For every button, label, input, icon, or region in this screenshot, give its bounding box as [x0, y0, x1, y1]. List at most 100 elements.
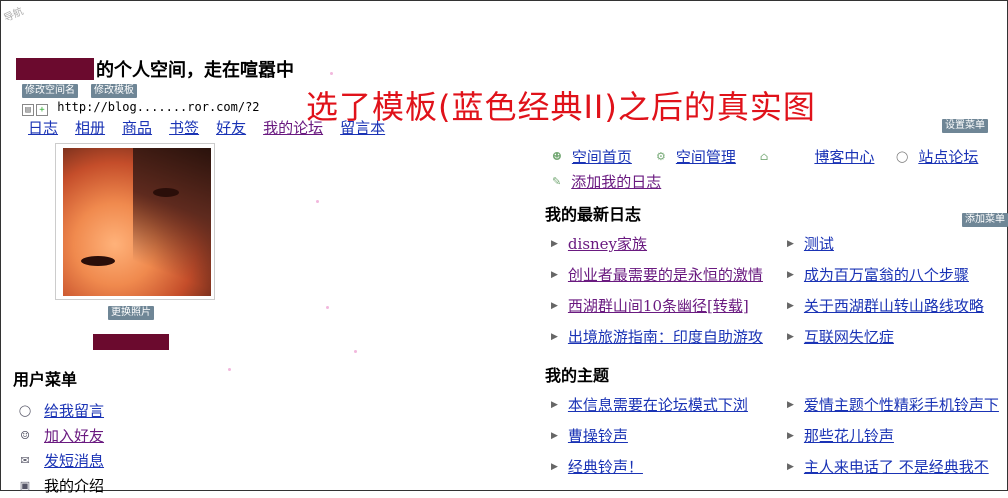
list-item[interactable]: ▶ 曹操铃声: [551, 420, 748, 451]
nav-bookmarks[interactable]: 书签: [169, 117, 199, 138]
corner-nav-label[interactable]: 导航: [1, 2, 25, 24]
topic-link[interactable]: 本信息需要在论坛模式下浏: [568, 394, 748, 415]
bullet-triangle-icon: ▶: [787, 430, 794, 441]
user-menu-title: 用户菜单: [13, 370, 78, 389]
speech-bubble-icon: ◯: [896, 149, 909, 163]
decorative-sparkle: [354, 350, 357, 353]
topic-link[interactable]: 主人来电话了 不是经典我不: [804, 456, 989, 477]
list-item[interactable]: ▶ 创业者最需要的是永恒的激情: [551, 259, 763, 290]
latest-posts-left-col: ▶ disney家族 ▶ 创业者最需要的是永恒的激情 ▶ 西湖群山间10条幽径[转载]…: [551, 228, 763, 352]
right-nav-add-post[interactable]: ✎ 添加我的日志: [552, 171, 661, 191]
right-nav-space-manage[interactable]: ⚙ 空间管理: [656, 146, 736, 166]
nav-goods[interactable]: 商品: [122, 117, 152, 138]
bullet-triangle-icon: ▶: [551, 300, 558, 311]
list-item[interactable]: ▶ 那些花儿铃声: [787, 420, 999, 451]
user-icon: ☻: [552, 149, 562, 163]
post-link[interactable]: 创业者最需要的是永恒的激情: [568, 264, 763, 285]
change-photo-button[interactable]: 更换照片: [108, 306, 154, 320]
list-item[interactable]: ▶ 本信息需要在论坛模式下浏: [551, 389, 748, 420]
post-link[interactable]: 出境旅游指南：印度自助游攻: [568, 326, 763, 347]
profile-photo-frame: [55, 143, 215, 300]
right-nav-label[interactable]: 空间首页: [572, 146, 632, 167]
topic-link[interactable]: 那些花儿铃声: [804, 425, 894, 446]
latest-posts-right-col: ▶ 测试 ▶ 成为百万富翁的八个步骤 ▶ 关于西湖群山转山路线攻略 ▶ 互联网失忆症: [787, 228, 984, 352]
envelope-icon: ✉: [20, 454, 30, 467]
home-icon: ⌂: [760, 149, 769, 163]
right-nav-label[interactable]: 添加我的日志: [571, 171, 661, 192]
list-item[interactable]: ▶ 主人来电话了 不是经典我不: [787, 451, 999, 482]
topic-link[interactable]: 曹操铃声: [568, 425, 628, 446]
menu-item-label[interactable]: 给我留言: [44, 400, 104, 421]
space-url-row: ▤ + http://blog.......ror.com/?2: [22, 100, 260, 116]
decorative-sparkle: [228, 368, 231, 371]
copy-icon[interactable]: ▤: [22, 104, 34, 116]
list-item[interactable]: ▶ 经典铃声！: [551, 451, 748, 482]
bullet-triangle-icon: ▶: [787, 238, 794, 249]
right-nav-label[interactable]: 站点论坛: [918, 146, 978, 167]
username-redaction: [16, 58, 94, 80]
decorative-sparkle: [316, 200, 319, 203]
bullet-triangle-icon: ▶: [551, 238, 558, 249]
list-item[interactable]: ▶ disney家族: [551, 228, 763, 259]
topic-link[interactable]: 爱情主题个性精彩手机铃声下: [804, 394, 999, 415]
profile-photo: [63, 148, 211, 296]
list-item[interactable]: ▶ 互联网失忆症: [787, 321, 984, 352]
post-link[interactable]: disney家族: [568, 233, 647, 254]
list-item[interactable]: ▶ 关于西湖群山转山路线攻略: [787, 290, 984, 321]
bullet-triangle-icon: ▶: [551, 331, 558, 342]
edit-space-name-button[interactable]: 修改空间名: [22, 84, 78, 98]
post-link[interactable]: 测试: [804, 233, 834, 254]
latest-posts-title: 我的最新日志: [545, 205, 642, 224]
decorative-sparkle: [330, 72, 333, 75]
settings-menu-button[interactable]: 设置菜单: [942, 119, 988, 133]
profile-card-icon: ▣: [19, 479, 31, 492]
my-topics-title: 我的主题: [545, 366, 610, 385]
right-nav-site-forum[interactable]: ◯ 站点论坛: [896, 146, 978, 166]
right-nav-space-home[interactable]: ☻ 空间首页: [552, 146, 632, 166]
my-topics-left-col: ▶ 本信息需要在论坛模式下浏 ▶ 曹操铃声 ▶ 经典铃声！: [551, 389, 748, 482]
menu-item-label[interactable]: 我的介绍: [44, 475, 104, 496]
bullet-triangle-icon: ▶: [551, 269, 558, 280]
space-url[interactable]: http://blog.......ror.com/?2: [57, 100, 259, 114]
list-item[interactable]: ▶ 爱情主题个性精彩手机铃声下: [787, 389, 999, 420]
list-item[interactable]: ▶ 出境旅游指南：印度自助游攻: [551, 321, 763, 352]
nav-blog[interactable]: 日志: [28, 117, 58, 138]
right-nav-label[interactable]: 空间管理: [676, 146, 736, 167]
bullet-triangle-icon: ▶: [787, 461, 794, 472]
menu-item-label[interactable]: 发短消息: [44, 450, 104, 471]
post-link[interactable]: 西湖群山间10条幽径[转载]: [568, 295, 749, 316]
add-menu-button[interactable]: 添加菜单: [962, 213, 1008, 227]
space-title: 的个人空间，走在喧嚣中: [96, 60, 294, 81]
list-item[interactable]: ▶ 测试: [787, 228, 984, 259]
overlay-caption: 选了模板(蓝色经典II)之后的真实图: [306, 88, 816, 126]
gear-icon: ⚙: [656, 149, 666, 163]
nav-album[interactable]: 相册: [75, 117, 105, 138]
menu-item-my-intro[interactable]: ▣ 我的介绍: [18, 473, 104, 498]
speech-bubble-icon: ◯: [18, 404, 32, 417]
post-link[interactable]: 成为百万富翁的八个步骤: [804, 264, 969, 285]
plus-icon[interactable]: +: [36, 104, 48, 116]
name-redaction: [93, 334, 169, 350]
menu-item-send-message[interactable]: ✉ 发短消息: [18, 448, 104, 473]
post-link[interactable]: 互联网失忆症: [804, 326, 894, 347]
bullet-triangle-icon: ▶: [787, 399, 794, 410]
bullet-triangle-icon: ▶: [787, 269, 794, 280]
topic-link[interactable]: 经典铃声！: [568, 456, 643, 477]
edit-template-button[interactable]: 修改模板: [91, 84, 137, 98]
decorative-sparkle: [326, 306, 329, 309]
list-item[interactable]: ▶ 西湖群山间10条幽径[转载]: [551, 290, 763, 321]
post-link[interactable]: 关于西湖群山转山路线攻略: [804, 295, 984, 316]
menu-item-label[interactable]: 加入好友: [44, 425, 104, 446]
add-friend-icon: ☺: [20, 429, 30, 442]
user-menu-list: ◯ 给我留言 ☺ 加入好友 ✉ 发短消息 ▣ 我的介绍: [18, 398, 104, 498]
my-topics-right-col: ▶ 爱情主题个性精彩手机铃声下 ▶ 那些花儿铃声 ▶ 主人来电话了 不是经典我不: [787, 389, 999, 482]
right-nav-blog-center[interactable]: ⌂ 博客中心: [760, 146, 874, 166]
nav-friends[interactable]: 好友: [216, 117, 246, 138]
pencil-icon: ✎: [552, 174, 562, 188]
bullet-triangle-icon: ▶: [787, 300, 794, 311]
list-item[interactable]: ▶ 成为百万富翁的八个步骤: [787, 259, 984, 290]
menu-item-add-friend[interactable]: ☺ 加入好友: [18, 423, 104, 448]
menu-item-leave-message[interactable]: ◯ 给我留言: [18, 398, 104, 423]
bullet-triangle-icon: ▶: [551, 461, 558, 472]
right-nav-label[interactable]: 博客中心: [814, 146, 874, 167]
